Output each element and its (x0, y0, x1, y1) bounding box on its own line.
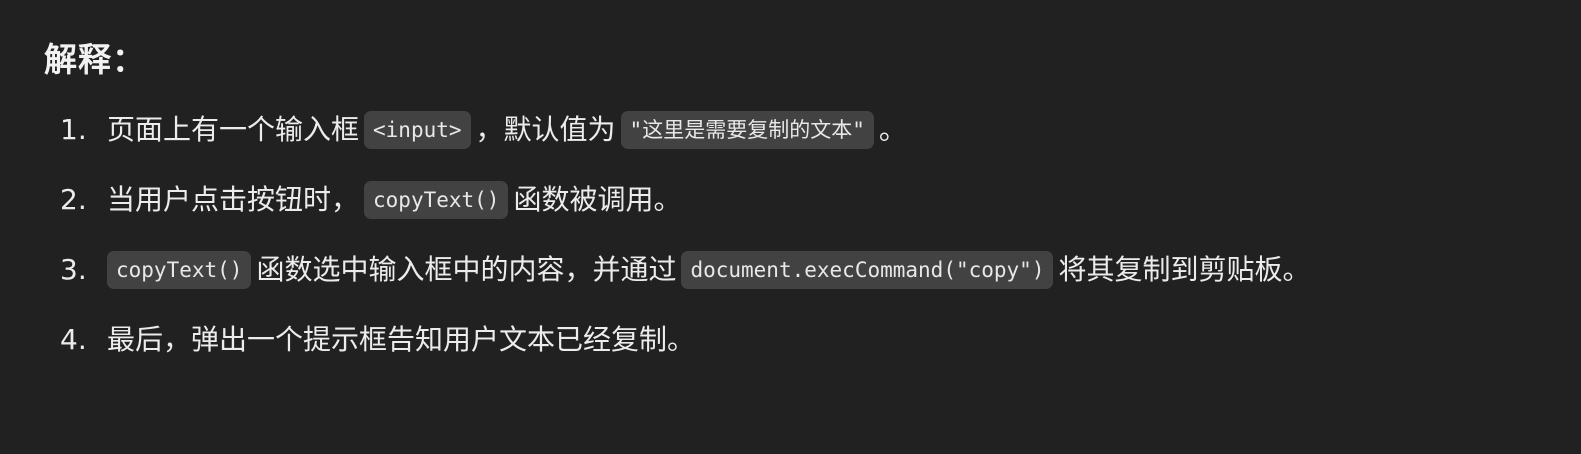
list-item-text: 最后，弹出一个提示框告知用户文本已经复制。 (107, 312, 1467, 368)
text-segment: 页面上有一个输入框 (107, 113, 360, 146)
list-item: 2. 当用户点击按钮时， copyText() 函数被调用。 (44, 172, 1581, 228)
text-segment: 函数被调用。 (513, 183, 682, 216)
list-item-number: 1. (60, 113, 87, 146)
text-segment: 。 (878, 113, 907, 146)
explanation-list: 1. 页面上有一个输入框 <input> ，默认值为 "这里是需要复制的文本"。 2.… (44, 102, 1581, 368)
inline-code: "这里是需要复制的文本" (620, 111, 874, 149)
text-segment: 最后，弹出一个提示框告知用户文本已经复制。 (107, 323, 696, 356)
text-segment: 函数选中输入框中的内容，并通过 (256, 253, 677, 286)
list-item-text: 当用户点击按钮时， copyText() 函数被调用。 (107, 172, 1467, 228)
list-item-text: 页面上有一个输入框 <input> ，默认值为 "这里是需要复制的文本"。 (107, 102, 1467, 158)
list-item: 1. 页面上有一个输入框 <input> ，默认值为 "这里是需要复制的文本"。 (44, 102, 1581, 158)
inline-code: copyText() (107, 251, 252, 289)
list-item-number: 4. (60, 323, 87, 356)
list-item-text: copyText() 函数选中输入框中的内容，并通过 document.execCo… (107, 242, 1467, 298)
text-segment: 当用户点击按钮时， (107, 183, 360, 216)
list-item-number: 3. (60, 253, 87, 286)
list-item-number: 2. (60, 183, 87, 216)
list-item: 3. copyText() 函数选中输入框中的内容，并通过 document.exe… (44, 242, 1581, 298)
text-segment: 将其复制到剪贴板。 (1058, 253, 1311, 286)
inline-code: document.execCommand("copy") (681, 251, 1054, 289)
message-content: 解释： 1. 页面上有一个输入框 <input> ，默认值为 "这里是需要复制的文本"… (0, 0, 1581, 368)
inline-code: copyText() (364, 181, 509, 219)
inline-code: <input> (364, 111, 471, 149)
text-segment: ，默认值为 (475, 113, 616, 146)
list-item: 4. 最后，弹出一个提示框告知用户文本已经复制。 (44, 312, 1581, 368)
explanation-heading: 解释： (44, 40, 146, 79)
